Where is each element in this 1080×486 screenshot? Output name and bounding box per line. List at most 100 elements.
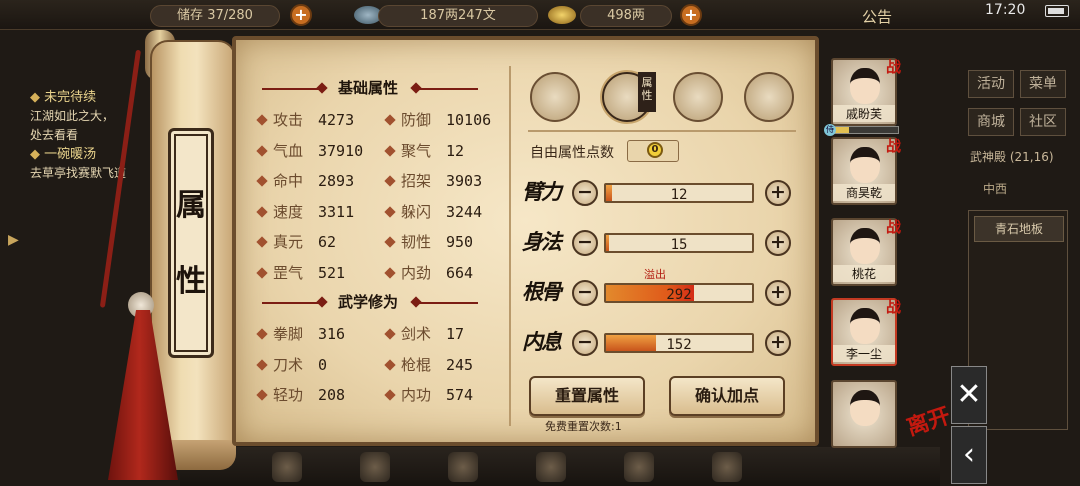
martial-stat: 刀术 0 xyxy=(256,353,378,377)
stat-name: 内功 xyxy=(401,386,432,404)
stat-value: 574 xyxy=(446,386,474,404)
bullet-diamond-icon xyxy=(384,144,396,157)
increase-button[interactable]: + xyxy=(765,280,791,306)
stat-value: 3903 xyxy=(446,172,483,190)
party-member-portrait[interactable]: 李一尘 战 xyxy=(831,298,901,366)
party-member-portrait[interactable]: 桃花 战 xyxy=(831,218,901,286)
bag-value: 37/280 xyxy=(207,8,253,23)
header-ornament xyxy=(416,88,478,90)
menu-icon[interactable] xyxy=(272,452,302,482)
basic-stat: 真元 62 xyxy=(256,230,378,254)
party-member-portrait[interactable] xyxy=(831,380,897,448)
party-member-portrait[interactable]: 戚盼芙 战 xyxy=(831,58,901,126)
basic-stat: 韧性 950 xyxy=(384,230,506,254)
tile-item[interactable]: 青石地板 xyxy=(974,216,1064,242)
stat-name: 枪棍 xyxy=(401,355,432,374)
bullet-diamond-icon xyxy=(384,266,396,279)
attribute-name: 内息 xyxy=(522,329,562,354)
portrait-face xyxy=(850,68,880,104)
stat-value: 2893 xyxy=(318,172,355,190)
back-icon[interactable]: ‹ xyxy=(951,426,987,484)
header-ornament xyxy=(416,302,478,304)
attribute-value: 15 xyxy=(670,237,688,253)
basic-stat: 速度 3311 xyxy=(256,200,378,224)
stat-value: 37910 xyxy=(318,141,364,160)
attribute-name: 身法 xyxy=(522,229,562,254)
bullet-diamond-icon xyxy=(384,328,396,340)
tab-meridian-icon[interactable] xyxy=(744,72,794,122)
tab-bagua-icon[interactable] xyxy=(673,72,723,122)
bullet-diamond-icon xyxy=(256,328,268,340)
stat-name: 防御 xyxy=(401,111,432,129)
menu-button[interactable]: 菜单 xyxy=(1020,70,1066,98)
decrease-button[interactable]: − xyxy=(572,230,598,256)
menu-icon[interactable] xyxy=(448,452,478,482)
battle-badge: 战 xyxy=(885,218,901,236)
bag-label: 储存 xyxy=(177,8,204,23)
menu-icon[interactable] xyxy=(536,452,566,482)
decrease-button[interactable]: − xyxy=(572,280,598,306)
increase-button[interactable]: + xyxy=(765,230,791,256)
stat-value: 664 xyxy=(446,263,474,282)
reset-attributes-button[interactable]: 重置属性 xyxy=(529,376,645,416)
expand-arrow-icon[interactable]: ▶ xyxy=(8,232,19,248)
increase-button[interactable]: + xyxy=(765,180,791,206)
attribute-value: 152 xyxy=(666,337,692,353)
tab-straw-hat-icon[interactable] xyxy=(530,72,580,122)
gold-add-button[interactable]: + xyxy=(680,4,702,26)
stat-name: 罡气 xyxy=(273,263,304,282)
stat-name: 命中 xyxy=(273,172,304,190)
menu-icon[interactable] xyxy=(360,452,390,482)
increase-button[interactable]: + xyxy=(765,330,791,356)
decrease-button[interactable]: − xyxy=(572,330,598,356)
clock: 17:20 xyxy=(985,2,1026,18)
gold-icon xyxy=(548,6,576,24)
location-name: 武神殿 xyxy=(970,150,1007,164)
bullet-diamond-icon xyxy=(256,266,268,279)
title-char: 属 xyxy=(176,188,206,223)
bullet-diamond-icon xyxy=(256,358,268,371)
close-icon[interactable]: ✕ xyxy=(951,366,987,424)
bullet-diamond-icon xyxy=(256,205,268,218)
martial-stat: 剑术 17 xyxy=(384,322,506,346)
portrait-face xyxy=(850,308,880,344)
stat-name: 聚气 xyxy=(401,141,432,160)
free-points-label: 自由属性点数 xyxy=(530,145,614,161)
portrait-face xyxy=(850,228,880,264)
confirm-points-button[interactable]: 确认加点 xyxy=(669,376,785,416)
activity-button[interactable]: 活动 xyxy=(968,70,1014,98)
basic-stat: 命中 2893 xyxy=(256,169,378,193)
tab-attributes-label: 属性 xyxy=(638,72,656,112)
battle-badge: 战 xyxy=(885,137,901,155)
community-button[interactable]: 社区 xyxy=(1020,108,1066,136)
bullet-diamond-icon xyxy=(384,114,396,126)
stat-name: 气血 xyxy=(273,141,304,160)
location-label: 武神殿 (21,16) xyxy=(970,148,1054,165)
leave-button[interactable]: 离开 xyxy=(902,398,954,442)
portrait-face xyxy=(850,147,880,183)
martial-stat: 拳脚 316 xyxy=(256,322,378,346)
party-member-portrait[interactable]: 商昊乾 战 xyxy=(831,137,901,205)
stat-value: 208 xyxy=(318,386,346,404)
basic-stat: 气血 37910 xyxy=(256,139,378,163)
stat-name: 内劲 xyxy=(401,263,432,282)
panel-divider xyxy=(509,66,511,426)
helper-progress-bar xyxy=(827,126,899,134)
location-coords: (21,16) xyxy=(1009,150,1054,164)
bullet-diamond-icon xyxy=(384,358,396,371)
header-ornament xyxy=(262,88,324,90)
menu-icon[interactable] xyxy=(712,452,742,482)
stat-value: 950 xyxy=(446,233,474,251)
bag-add-button[interactable]: + xyxy=(290,4,312,26)
decrease-button[interactable]: − xyxy=(572,180,598,206)
shop-button[interactable]: 商城 xyxy=(968,108,1014,136)
basic-stat: 内劲 664 xyxy=(384,261,506,285)
notice-button[interactable]: 公告 xyxy=(862,6,892,27)
menu-icon[interactable] xyxy=(624,452,654,482)
stat-name: 躲闪 xyxy=(401,202,432,221)
stat-name: 韧性 xyxy=(401,233,432,251)
tab-divider xyxy=(528,130,796,132)
battle-badge: 战 xyxy=(885,298,901,316)
stat-name: 招架 xyxy=(401,172,432,190)
attribute-name: 臂力 xyxy=(522,179,562,204)
